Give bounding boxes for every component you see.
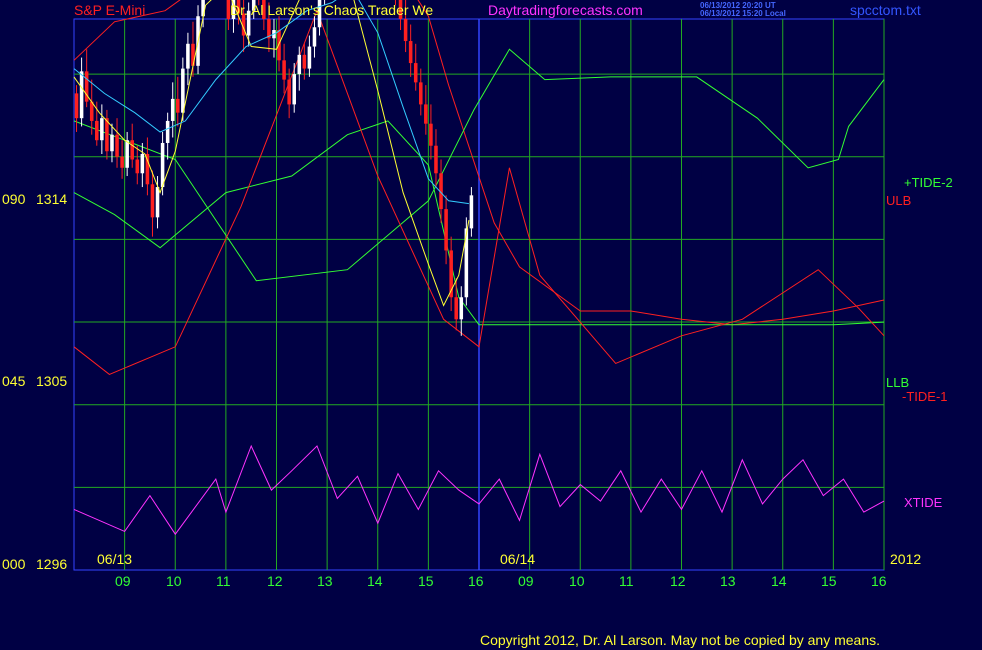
legend-tide1: -TIDE-1 xyxy=(902,389,948,404)
legend-xtide: XTIDE xyxy=(904,495,943,510)
price-bar-body xyxy=(105,118,109,152)
price-bar-body xyxy=(165,120,170,143)
price-bar-body xyxy=(150,184,155,218)
year-label: 2012 xyxy=(890,551,922,567)
average-line-slow xyxy=(73,0,469,205)
price-bar-body xyxy=(287,79,291,105)
price-bar-body xyxy=(307,46,312,69)
price-bar-body xyxy=(130,140,134,160)
price-bar-body xyxy=(120,156,124,168)
hour-tick-label: 16 xyxy=(871,573,887,589)
y-label-price-1314: 1314 xyxy=(36,191,68,207)
chaos-trader-chart xyxy=(73,0,885,571)
hour-tick-label: 09 xyxy=(115,573,131,589)
data-filename: spcctom.txt xyxy=(850,2,921,18)
price-bar-body xyxy=(125,140,129,168)
price-bar-body xyxy=(459,297,464,320)
hour-tick-label: 14 xyxy=(367,573,383,589)
hour-tick-label: 10 xyxy=(166,573,182,589)
price-bar-body xyxy=(429,123,433,146)
price-bar-body xyxy=(170,98,175,121)
price-bar-body xyxy=(302,54,307,69)
hour-tick-label: 11 xyxy=(619,573,634,589)
y-label-price-1305: 1305 xyxy=(36,373,68,389)
price-bar-body xyxy=(110,134,114,152)
price-bar-body xyxy=(74,93,79,119)
price-bar-body xyxy=(312,27,317,47)
price-bar-body xyxy=(181,68,185,113)
date-label-day1: 06/13 xyxy=(97,551,133,567)
price-bar-body xyxy=(140,153,145,174)
date-label-day2: 06/14 xyxy=(500,551,536,567)
website-link[interactable]: Daytradingforecasts.com xyxy=(488,2,643,18)
price-bar-body xyxy=(419,82,423,105)
y-label-price-1296: 1296 xyxy=(36,556,68,572)
price-bar-body xyxy=(408,41,413,64)
timestamp-local: 06/13/2012 15:20 Local xyxy=(700,9,786,18)
price-bar-body xyxy=(135,159,140,174)
price-bar-body xyxy=(160,142,165,188)
hour-tick-label: 13 xyxy=(317,573,333,589)
legend-tide2: +TIDE-2 xyxy=(904,175,953,190)
price-bar-body xyxy=(100,118,104,141)
hour-tick-label: 10 xyxy=(569,573,585,589)
legend-ulb: ULB xyxy=(886,193,912,208)
copyright-notice: Copyright 2012, Dr. Al Larson. May not b… xyxy=(480,632,881,648)
hour-tick-label: 15 xyxy=(418,573,434,589)
hour-tick-label: 12 xyxy=(670,573,686,589)
chart-title: Dr. Al Larson's Chaos Trader We xyxy=(230,2,434,18)
hour-tick-label: 16 xyxy=(468,573,484,589)
price-bar-body xyxy=(454,297,458,320)
price-bar-body xyxy=(155,187,160,218)
y-label-pct-045: 045 xyxy=(2,373,26,389)
price-bar-body xyxy=(282,60,286,80)
price-bar-body xyxy=(292,74,296,105)
price-bar-body xyxy=(434,145,438,174)
price-bar-body xyxy=(201,0,205,17)
price-bar-body xyxy=(297,54,302,75)
price-bar-body xyxy=(277,30,281,61)
y-label-pct-000: 000 xyxy=(2,556,26,572)
legend-llb: LLB xyxy=(886,375,910,390)
price-bar-body xyxy=(176,98,180,113)
price-bar-body xyxy=(444,209,448,251)
price-bar-body xyxy=(95,120,99,141)
hour-tick-label: 14 xyxy=(771,573,787,589)
hour-tick-label: 13 xyxy=(720,573,736,589)
y-label-pct-090: 090 xyxy=(2,191,26,207)
hour-tick-label: 09 xyxy=(518,573,534,589)
price-bar-body xyxy=(469,195,474,229)
price-bar-body xyxy=(403,19,408,42)
price-bar-body xyxy=(413,63,418,83)
hour-tick-label: 15 xyxy=(821,573,837,589)
hour-tick-label: 12 xyxy=(267,573,283,589)
price-bar-body xyxy=(115,134,119,157)
price-bar-body xyxy=(424,104,428,124)
price-bar-body xyxy=(186,43,190,69)
instrument-label: S&P E-Mini xyxy=(74,2,146,18)
price-bar-body xyxy=(79,71,84,119)
hour-tick-label: 11 xyxy=(216,573,231,589)
